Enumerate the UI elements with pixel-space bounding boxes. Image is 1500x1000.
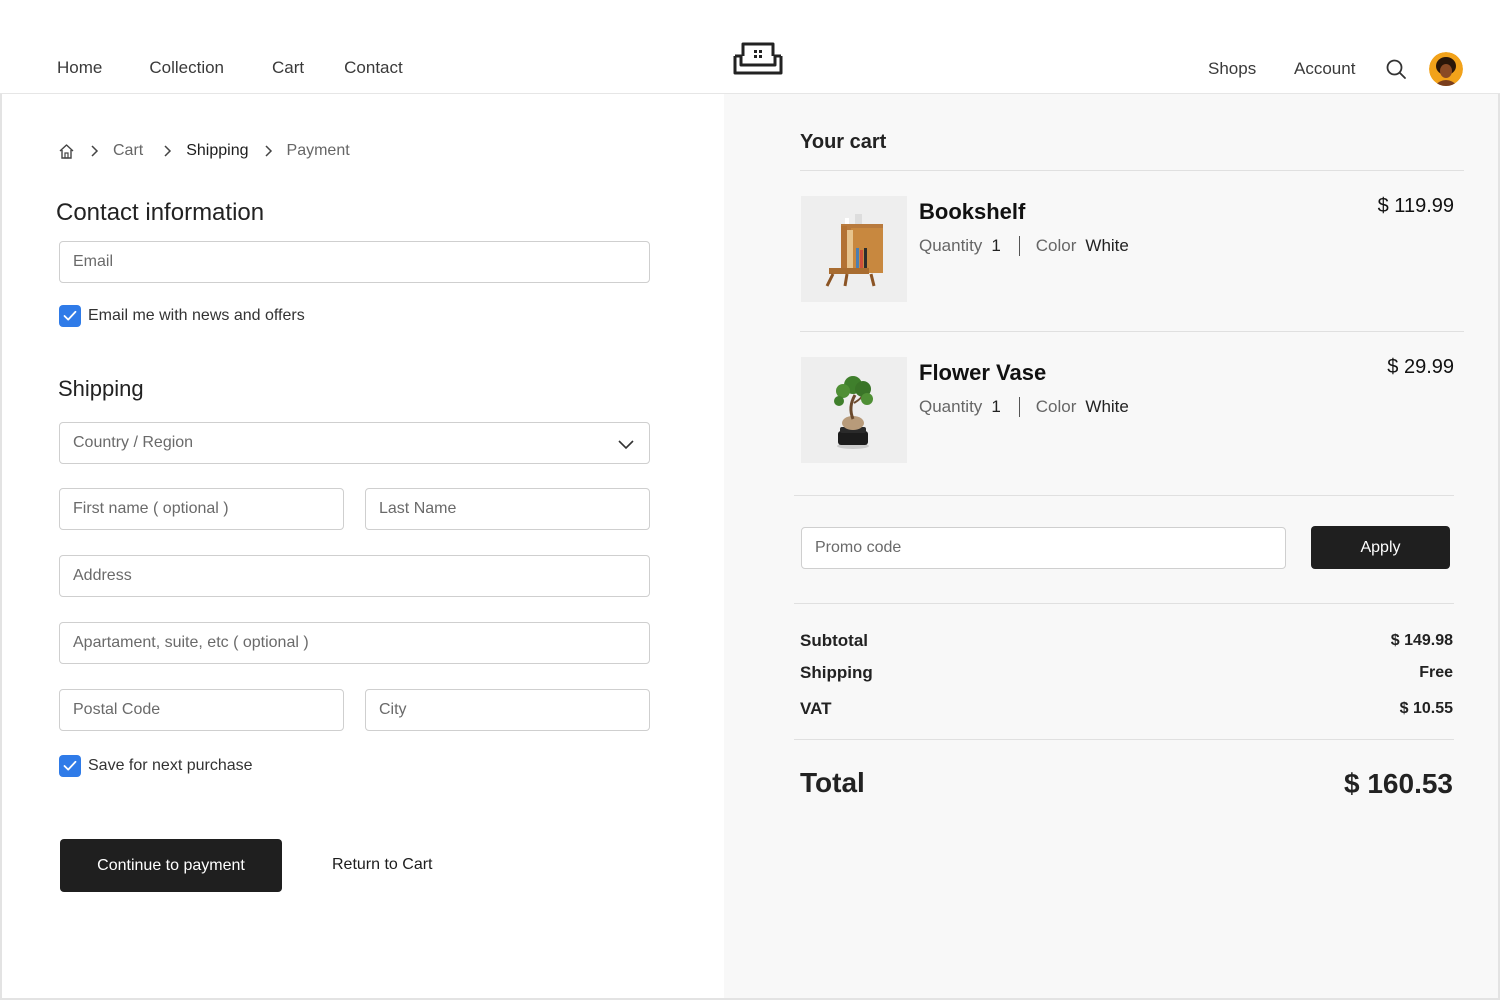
address-field[interactable] [59, 555, 650, 597]
save-checkbox[interactable] [59, 755, 81, 777]
nav-cart[interactable]: Cart [272, 58, 304, 78]
quantity-value: 1 [991, 397, 1001, 416]
cart-item-meta: Quantity 1 Color White [919, 236, 1129, 256]
cart-item-name: Flower Vase [919, 360, 1047, 385]
chevron-right-icon [91, 145, 99, 157]
shipping-title: Shipping [58, 376, 144, 401]
subtotal-label: Subtotal [800, 631, 868, 650]
newsletter-checkbox[interactable] [59, 305, 81, 327]
avatar[interactable] [1429, 52, 1463, 86]
breadcrumb: Cart Shipping Payment [58, 142, 350, 160]
check-icon [63, 760, 77, 771]
city-field[interactable] [365, 689, 650, 731]
divider [800, 331, 1464, 332]
nav-home[interactable]: Home [57, 58, 102, 78]
color-label: Color [1035, 236, 1077, 255]
chevron-right-icon [164, 145, 172, 157]
country-input[interactable] [73, 434, 649, 452]
chevron-down-icon[interactable] [617, 436, 635, 452]
total-label: Total [800, 767, 865, 798]
check-icon [63, 310, 77, 321]
last-name-input[interactable] [379, 500, 649, 518]
last-name-field[interactable] [365, 488, 650, 530]
cart-item-name: Bookshelf [919, 199, 1026, 224]
home-icon[interactable] [58, 143, 75, 160]
color-label: Color [1035, 397, 1077, 416]
breadcrumb-shipping[interactable]: Shipping [186, 142, 248, 160]
cart-item-price: $ 29.99 [1387, 356, 1454, 378]
quantity-value: 1 [991, 236, 1001, 255]
email-field[interactable] [59, 241, 650, 283]
search-icon[interactable] [1385, 58, 1407, 80]
cart-item-meta: Quantity 1 Color White [919, 397, 1129, 417]
meta-separator [1018, 236, 1020, 256]
continue-to-payment-button[interactable]: Continue to payment [60, 839, 282, 892]
cart-title: Your cart [800, 131, 887, 153]
shipping-value: Free [1419, 664, 1453, 681]
apartment-field[interactable] [59, 622, 650, 664]
vat-label: VAT [800, 699, 832, 718]
return-to-cart-link[interactable]: Return to Cart [332, 856, 432, 874]
vat-value: $ 10.55 [1399, 700, 1453, 717]
city-input[interactable] [379, 701, 649, 719]
postal-code-input[interactable] [73, 701, 343, 719]
cart-item-price: $ 119.99 [1377, 195, 1454, 217]
newsletter-label: Email me with news and offers [88, 307, 305, 324]
nav-contact[interactable]: Contact [344, 58, 403, 78]
save-row: Save for next purchase [59, 755, 253, 777]
flower-vase-image[interactable] [801, 357, 907, 463]
total-value: $ 160.53 [1344, 768, 1453, 799]
main-nav: Home Collection Cart Contact [57, 58, 403, 78]
top-header: Home Collection Cart Contact Shops Accou… [0, 0, 1500, 94]
meta-separator [1018, 397, 1020, 417]
shipping-label: Shipping [800, 663, 873, 682]
divider [794, 739, 1454, 740]
nav-shops[interactable]: Shops [1208, 59, 1256, 79]
color-value: White [1085, 236, 1129, 255]
first-name-input[interactable] [73, 500, 343, 518]
email-input[interactable] [73, 253, 649, 271]
country-select[interactable] [59, 422, 650, 464]
sofa-logo-icon[interactable] [732, 40, 784, 78]
bookshelf-image[interactable] [801, 196, 907, 302]
nav-account[interactable]: Account [1294, 59, 1355, 79]
save-label: Save for next purchase [88, 757, 253, 774]
quantity-label: Quantity [919, 397, 983, 416]
divider [800, 170, 1464, 171]
subtotal-value: $ 149.98 [1390, 632, 1453, 649]
color-value: White [1085, 397, 1129, 416]
divider [794, 495, 1454, 496]
apply-button[interactable]: Apply [1311, 526, 1450, 569]
chevron-right-icon [264, 145, 272, 157]
nav-collection[interactable]: Collection [149, 58, 224, 78]
divider [794, 603, 1454, 604]
breadcrumb-cart[interactable]: Cart [113, 142, 143, 160]
postal-code-field[interactable] [59, 689, 344, 731]
first-name-field[interactable] [59, 488, 344, 530]
breadcrumb-payment[interactable]: Payment [287, 142, 350, 160]
newsletter-row: Email me with news and offers [59, 305, 305, 327]
contact-title: Contact information [56, 199, 265, 226]
promo-code-field[interactable] [801, 527, 1286, 569]
address-input[interactable] [73, 567, 649, 585]
apartment-input[interactable] [73, 634, 649, 652]
quantity-label: Quantity [919, 236, 983, 255]
promo-code-input[interactable] [815, 539, 1285, 557]
